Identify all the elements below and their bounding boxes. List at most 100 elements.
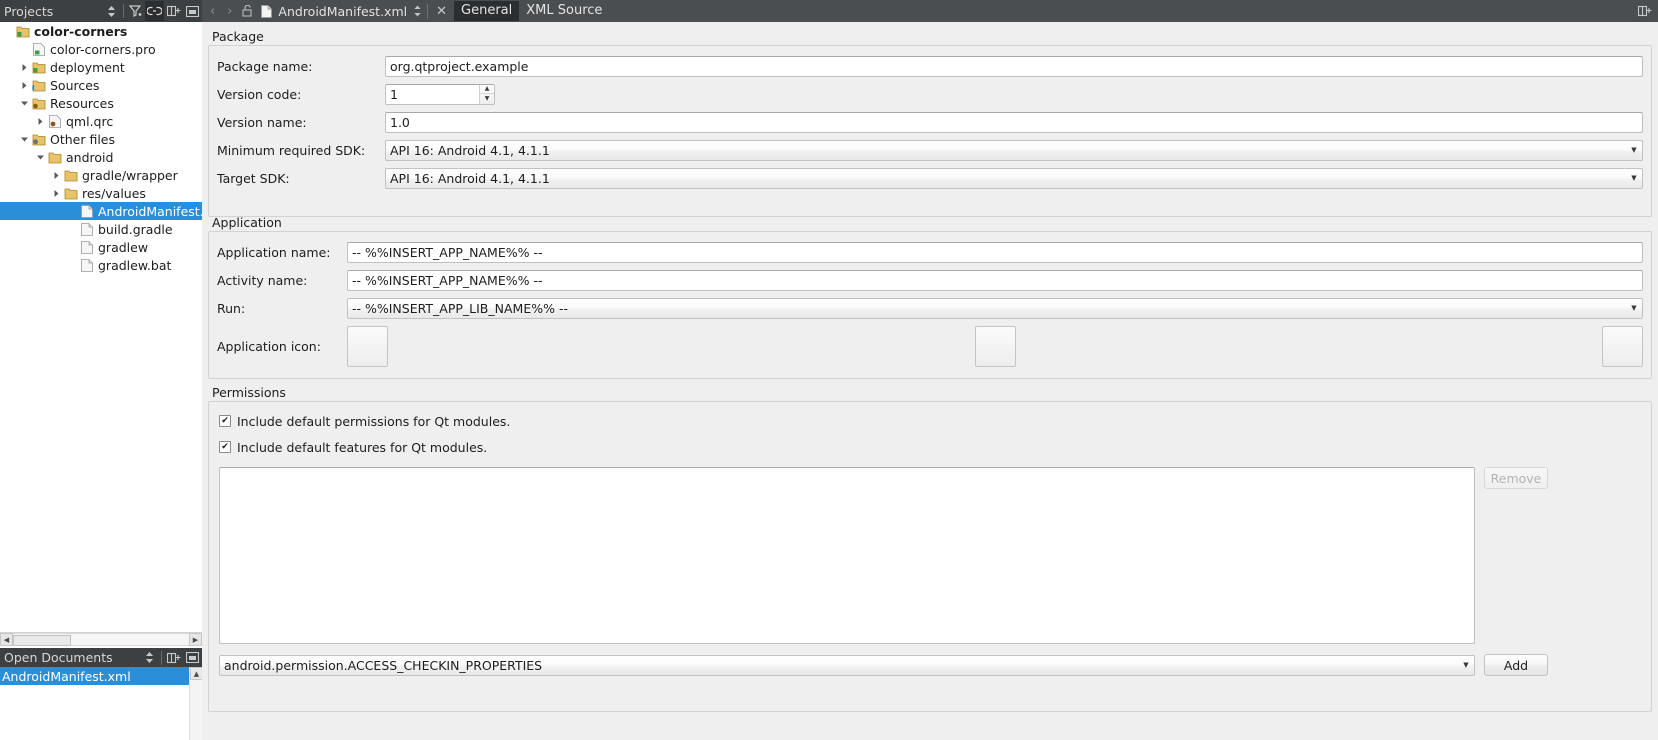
activity-name-input[interactable]: -- %%INSERT_APP_NAME%% -- bbox=[347, 269, 1643, 291]
minimum-sdk-value: API 16: Android 4.1, 4.1.1 bbox=[390, 142, 550, 158]
projects-panel-header: Projects bbox=[0, 0, 202, 22]
project-tree-horizontal-scrollbar[interactable]: ◀ ▶ bbox=[0, 632, 202, 646]
qrc-icon bbox=[47, 114, 63, 128]
collapse-arrow-icon[interactable] bbox=[18, 100, 31, 107]
tree-item[interactable]: AndroidManifest.xml bbox=[0, 202, 202, 220]
spin-down-icon[interactable]: ▼ bbox=[480, 94, 494, 104]
tree-item[interactable]: gradlew bbox=[0, 238, 202, 256]
target-sdk-row: Target SDK: API 16: Android 4.1, 4.1.1 ▼ bbox=[217, 164, 1643, 192]
collapse-arrow-icon[interactable] bbox=[18, 136, 31, 143]
include-default-features-row[interactable]: ✔ Include default features for Qt module… bbox=[219, 436, 1643, 458]
open-document-item[interactable]: AndroidManifest.xml bbox=[0, 667, 202, 685]
include-default-permissions-label: Include default permissions for Qt modul… bbox=[237, 413, 511, 429]
file-icon bbox=[79, 222, 95, 236]
version-name-input[interactable]: 1.0 bbox=[385, 111, 1643, 133]
tree-item-label: Sources bbox=[50, 77, 100, 93]
permissions-group: Permissions ✔ Include default permission… bbox=[208, 384, 1652, 712]
navigate-forward-icon[interactable]: › bbox=[221, 4, 238, 19]
scroll-right-icon[interactable]: ▶ bbox=[189, 633, 202, 646]
tree-item[interactable]: gradlew.bat bbox=[0, 256, 202, 274]
split-editor-icon[interactable] bbox=[1635, 1, 1654, 21]
remove-permission-button[interactable]: Remove bbox=[1484, 467, 1548, 489]
chevron-down-icon[interactable]: ▼ bbox=[1626, 304, 1642, 312]
close-document-icon[interactable]: ✕ bbox=[433, 4, 450, 19]
folder-icon bbox=[63, 187, 79, 200]
folder-icon bbox=[47, 151, 63, 164]
permissions-group-box: ✔ Include default permissions for Qt mod… bbox=[208, 401, 1652, 712]
split-view-icon[interactable] bbox=[164, 648, 183, 668]
add-permission-button[interactable]: Add bbox=[1484, 654, 1548, 676]
expand-arrow-icon[interactable] bbox=[50, 189, 63, 198]
scroll-left-icon[interactable]: ◀ bbox=[0, 633, 13, 646]
version-code-spin-buttons[interactable]: ▲ ▼ bbox=[479, 84, 494, 104]
scroll-thumb[interactable] bbox=[13, 635, 71, 646]
spin-up-icon[interactable]: ▲ bbox=[480, 85, 494, 94]
expand-arrow-icon[interactable] bbox=[50, 171, 63, 180]
package-name-input[interactable]: org.qtproject.example bbox=[385, 55, 1643, 77]
include-default-features-checkbox[interactable]: ✔ bbox=[219, 441, 231, 453]
link-with-editor-icon[interactable] bbox=[145, 1, 164, 21]
tree-item[interactable]: gradle/wrapper bbox=[0, 166, 202, 184]
application-name-row: Application name: -- %%INSERT_APP_NAME%%… bbox=[217, 238, 1643, 266]
application-icon-hdpi-button[interactable] bbox=[1602, 325, 1643, 367]
navigate-back-icon[interactable]: ‹ bbox=[204, 4, 221, 19]
tree-item[interactable]: color-corners bbox=[0, 22, 202, 40]
minimum-sdk-select[interactable]: API 16: Android 4.1, 4.1.1 ▼ bbox=[385, 139, 1643, 161]
collapse-arrow-icon[interactable] bbox=[34, 154, 47, 161]
application-name-input[interactable]: -- %%INSERT_APP_NAME%% -- bbox=[347, 241, 1643, 263]
application-icon-mdpi-button[interactable] bbox=[974, 325, 1016, 367]
package-group-title: Package bbox=[212, 29, 264, 44]
open-documents-vertical-scrollbar[interactable]: ▲ bbox=[189, 667, 203, 740]
open-document-name: AndroidManifest.xml bbox=[278, 3, 408, 19]
tree-item-label: build.gradle bbox=[98, 221, 173, 237]
include-default-permissions-checkbox[interactable]: ✔ bbox=[219, 415, 231, 427]
permissions-list[interactable] bbox=[219, 467, 1475, 644]
tree-item[interactable]: Other files bbox=[0, 130, 202, 148]
split-view-icon[interactable] bbox=[164, 1, 183, 21]
lock-icon[interactable] bbox=[238, 5, 257, 17]
application-icon-ldpi-button[interactable] bbox=[347, 325, 388, 367]
chevron-down-icon[interactable]: ▼ bbox=[1626, 146, 1642, 154]
package-name-row: Package name: org.qtproject.example bbox=[217, 52, 1643, 80]
run-row: Run: -- %%INSERT_APP_LIB_NAME%% -- ▼ bbox=[217, 294, 1643, 322]
expand-arrow-icon[interactable] bbox=[18, 81, 31, 90]
tree-item[interactable]: res/values bbox=[0, 184, 202, 202]
tab-general[interactable]: General bbox=[454, 1, 520, 21]
tree-item[interactable]: color-corners.pro bbox=[0, 40, 202, 58]
tab-xml-source[interactable]: XML Source bbox=[519, 1, 609, 21]
expand-arrow-icon[interactable] bbox=[34, 117, 47, 126]
tree-item[interactable]: Resources bbox=[0, 94, 202, 112]
close-panel-icon[interactable] bbox=[183, 1, 202, 21]
close-panel-icon[interactable] bbox=[183, 648, 202, 668]
version-code-input[interactable]: 1 bbox=[386, 85, 479, 104]
scroll-track[interactable] bbox=[13, 633, 189, 646]
target-sdk-label: Target SDK: bbox=[217, 170, 290, 186]
tree-item[interactable]: build.gradle bbox=[0, 220, 202, 238]
tree-item[interactable]: Sources bbox=[0, 76, 202, 94]
target-sdk-value: API 16: Android 4.1, 4.1.1 bbox=[390, 170, 550, 186]
project-tree[interactable]: color-corners color-corners.pro deployment… bbox=[0, 22, 202, 611]
include-default-permissions-row[interactable]: ✔ Include default permissions for Qt mod… bbox=[219, 410, 1643, 432]
version-code-stepper[interactable]: 1 ▲ ▼ bbox=[385, 83, 495, 105]
open-documents-list[interactable]: AndroidManifest.xml ▲ bbox=[0, 667, 203, 740]
chevron-down-icon[interactable]: ▼ bbox=[1458, 661, 1474, 669]
document-selector-icon[interactable] bbox=[413, 5, 422, 17]
filter-icon[interactable] bbox=[126, 1, 145, 21]
tree-item[interactable]: deployment bbox=[0, 58, 202, 76]
tree-item[interactable]: qml.qrc bbox=[0, 112, 202, 130]
run-select[interactable]: -- %%INSERT_APP_LIB_NAME%% -- ▼ bbox=[347, 297, 1643, 319]
top-toolbar: Projects ‹ › AndroidManifest.xml ✕ Gener… bbox=[0, 0, 1658, 22]
tree-item[interactable]: android bbox=[0, 148, 202, 166]
toolbar-divider bbox=[161, 650, 162, 665]
tree-item-label: AndroidManifest.xml bbox=[98, 203, 202, 219]
chevron-down-icon[interactable]: ▼ bbox=[1626, 174, 1642, 182]
toolbar-divider bbox=[123, 4, 124, 18]
expand-arrow-icon[interactable] bbox=[18, 63, 31, 72]
permission-select[interactable]: android.permission.ACCESS_CHECKIN_PROPER… bbox=[219, 654, 1475, 676]
permission-value: android.permission.ACCESS_CHECKIN_PROPER… bbox=[224, 657, 543, 673]
android-manifest-editor: Package Package name: org.qtproject.exam… bbox=[202, 22, 1658, 718]
panel-selector-icon[interactable] bbox=[140, 648, 159, 668]
panel-selector-icon[interactable] bbox=[102, 1, 121, 21]
tree-item-label: color-corners bbox=[34, 23, 128, 39]
target-sdk-select[interactable]: API 16: Android 4.1, 4.1.1 ▼ bbox=[385, 167, 1643, 189]
